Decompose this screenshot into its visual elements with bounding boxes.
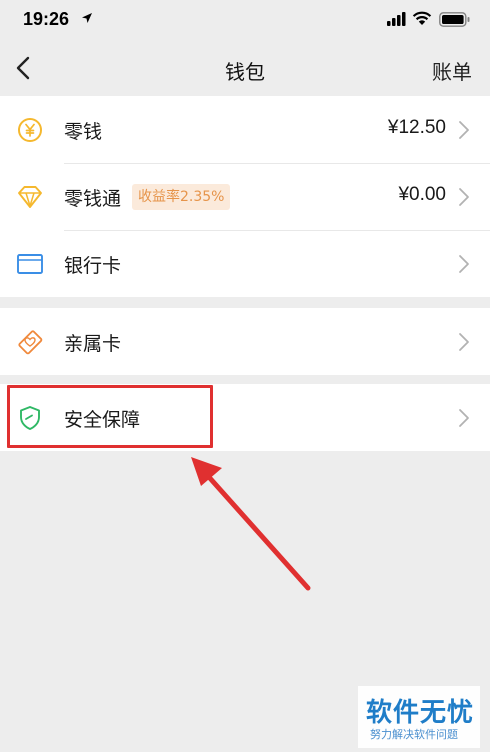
watermark: 软件无忧 努力解决软件问题 bbox=[358, 686, 480, 748]
row-label: 零钱通 bbox=[64, 188, 122, 210]
list-item-bank-card[interactable]: 银行卡 bbox=[0, 230, 490, 297]
yield-rate-badge: 收益率2.35% bbox=[132, 184, 231, 210]
row-label: 银行卡 bbox=[64, 255, 122, 277]
chevron-right-icon bbox=[459, 333, 469, 351]
row-label: 亲属卡 bbox=[64, 333, 122, 355]
page-title: 钱包 bbox=[225, 60, 265, 84]
yuan-coin-icon bbox=[18, 118, 42, 142]
bank-card-icon bbox=[17, 254, 43, 274]
status-time: 19:26 bbox=[23, 9, 70, 29]
cellular-signal-icon bbox=[387, 12, 406, 26]
wallet-group: 零钱 ¥12.50 零钱通 收益率2.35% ¥0.00 银行卡 bbox=[0, 96, 490, 297]
family-card-group: 亲属卡 bbox=[0, 308, 490, 375]
chevron-right-icon bbox=[459, 409, 469, 427]
chevron-right-icon bbox=[459, 255, 469, 273]
family-card-icon bbox=[18, 330, 43, 355]
list-item-family-card[interactable]: 亲属卡 bbox=[0, 308, 490, 375]
bill-button[interactable]: 账单 bbox=[432, 56, 472, 85]
status-bar: 19:26 bbox=[0, 0, 490, 40]
list-item-licaitong[interactable]: 零钱通 收益率2.35% ¥0.00 bbox=[0, 163, 490, 230]
watermark-title: 软件无忧 bbox=[366, 698, 475, 728]
watermark-subtitle: 努力解决软件问题 bbox=[370, 728, 458, 741]
row-label: 零钱 bbox=[64, 121, 103, 143]
balance-value: ¥12.50 bbox=[387, 117, 446, 138]
diamond-icon bbox=[18, 186, 42, 208]
annotation-highlight-box bbox=[7, 385, 213, 448]
chevron-right-icon bbox=[459, 188, 469, 206]
nav-bar: 钱包 账单 bbox=[0, 40, 490, 96]
wifi-icon bbox=[412, 11, 432, 25]
chevron-right-icon bbox=[459, 121, 469, 139]
balance-value: ¥0.00 bbox=[398, 184, 446, 205]
list-item-change[interactable]: 零钱 ¥12.50 bbox=[0, 96, 490, 163]
battery-icon bbox=[439, 12, 470, 27]
location-arrow-icon bbox=[82, 13, 92, 23]
